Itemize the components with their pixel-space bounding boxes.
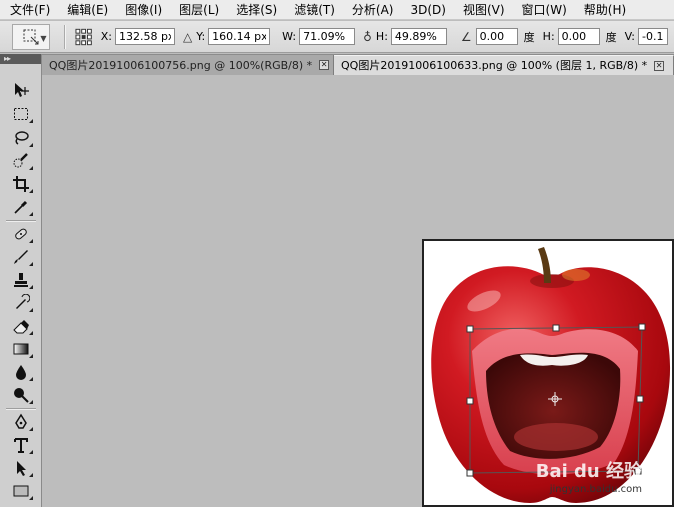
eyedropper-tool-icon[interactable] — [8, 197, 34, 217]
options-bar: ▼ X: △ Y: W: ♁ H: ∠ 度 H: 度 V: — [0, 21, 674, 53]
menu-analysis[interactable]: 分析(A) — [342, 0, 401, 20]
tools-panel: ▸▸ — [0, 54, 42, 507]
width-field[interactable] — [299, 28, 356, 45]
horizontal-skew-field[interactable] — [557, 28, 600, 45]
menu-edit[interactable]: 编辑(E) — [57, 0, 115, 20]
lasso-tool-icon[interactable] — [8, 128, 34, 148]
close-icon[interactable]: ✕ — [654, 60, 665, 71]
x-position-field[interactable] — [114, 28, 175, 45]
delta-icon[interactable]: △ — [183, 30, 192, 44]
clone-stamp-tool-icon[interactable] — [8, 270, 34, 290]
hskew-label: H: — [542, 30, 555, 43]
move-tool-icon[interactable] — [8, 80, 34, 100]
rotation-field[interactable] — [475, 28, 518, 45]
quick-select-tool-icon[interactable] — [8, 151, 34, 171]
watermark-brand: Bai du 经验 — [535, 461, 642, 482]
angle-icon: ∠ — [460, 29, 472, 44]
tab-document-1[interactable]: QQ图片20191006100756.png @ 100%(RGB/8) * ✕ — [42, 55, 334, 75]
menu-file[interactable]: 文件(F) — [0, 0, 57, 20]
transform-tool-icon — [23, 29, 39, 44]
tool-preset-picker[interactable]: ▼ — [12, 23, 51, 50]
tab-label: QQ图片20191006100633.png @ 100% (图层 1, RGB… — [341, 59, 648, 72]
h-label: H: — [375, 30, 388, 43]
eraser-tool-icon[interactable] — [8, 316, 34, 336]
toolbar-divider — [6, 220, 36, 221]
vertical-skew-field[interactable] — [638, 28, 668, 45]
y-position-field[interactable] — [208, 28, 271, 45]
reference-point-icon[interactable] — [75, 28, 93, 46]
menu-image[interactable]: 图像(I) — [115, 0, 169, 20]
pen-tool-icon[interactable] — [8, 412, 34, 432]
gradient-tool-icon[interactable] — [8, 339, 34, 359]
document-tab-bar: QQ图片20191006100756.png @ 100%(RGB/8) * ✕… — [42, 54, 674, 75]
type-tool-icon[interactable] — [8, 435, 34, 455]
menu-bar: 文件(F) 编辑(E) 图像(I) 图层(L) 选择(S) 滤镜(T) 分析(A… — [0, 0, 674, 20]
healing-brush-tool-icon[interactable] — [8, 224, 34, 244]
hskew-unit: 度 — [605, 30, 617, 44]
menu-select[interactable]: 选择(S) — [226, 0, 284, 20]
menu-window[interactable]: 窗口(W) — [512, 0, 574, 20]
tab-label: QQ图片20191006100756.png @ 100%(RGB/8) * — [49, 58, 313, 72]
vskew-label: V: — [624, 30, 635, 43]
toolbar-divider — [6, 408, 36, 409]
watermark-url: jingyan.baidu.com — [549, 484, 642, 495]
tab-document-2[interactable]: QQ图片20191006100633.png @ 100% (图层 1, RGB… — [334, 55, 674, 75]
menu-3d[interactable]: 3D(D) — [400, 0, 452, 20]
close-icon[interactable]: ✕ — [319, 60, 329, 70]
w-label: W: — [282, 30, 297, 43]
dodge-tool-icon[interactable] — [8, 385, 34, 405]
brush-tool-icon[interactable] — [8, 247, 34, 267]
rectangle-tool-icon[interactable] — [8, 481, 34, 501]
x-label: X: — [100, 30, 112, 43]
marquee-tool-icon[interactable] — [8, 104, 34, 124]
watermark: Bai du 经验 jingyan.baidu.com — [536, 457, 642, 495]
history-brush-tool-icon[interactable] — [8, 293, 34, 313]
path-select-tool-icon[interactable] — [8, 458, 34, 478]
menu-view[interactable]: 视图(V) — [453, 0, 512, 20]
blur-tool-icon[interactable] — [8, 362, 34, 382]
chevron-down-icon: ▼ — [40, 33, 47, 43]
height-field[interactable] — [390, 28, 447, 45]
y-label: Y: — [196, 30, 206, 43]
crop-tool-icon[interactable] — [8, 174, 34, 194]
menu-filter[interactable]: 滤镜(T) — [284, 0, 342, 20]
panel-grip[interactable]: ▸▸ — [0, 54, 41, 64]
menu-layer[interactable]: 图层(L) — [169, 0, 226, 20]
menu-help[interactable]: 帮助(H) — [574, 0, 633, 20]
workspace[interactable]: Bai du 经验 jingyan.baidu.com — [42, 75, 674, 507]
link-icon[interactable]: ♁ — [363, 30, 372, 44]
separator — [64, 24, 66, 49]
document-canvas[interactable]: Bai du 经验 jingyan.baidu.com — [422, 239, 674, 507]
angle-unit: 度 — [523, 30, 535, 44]
